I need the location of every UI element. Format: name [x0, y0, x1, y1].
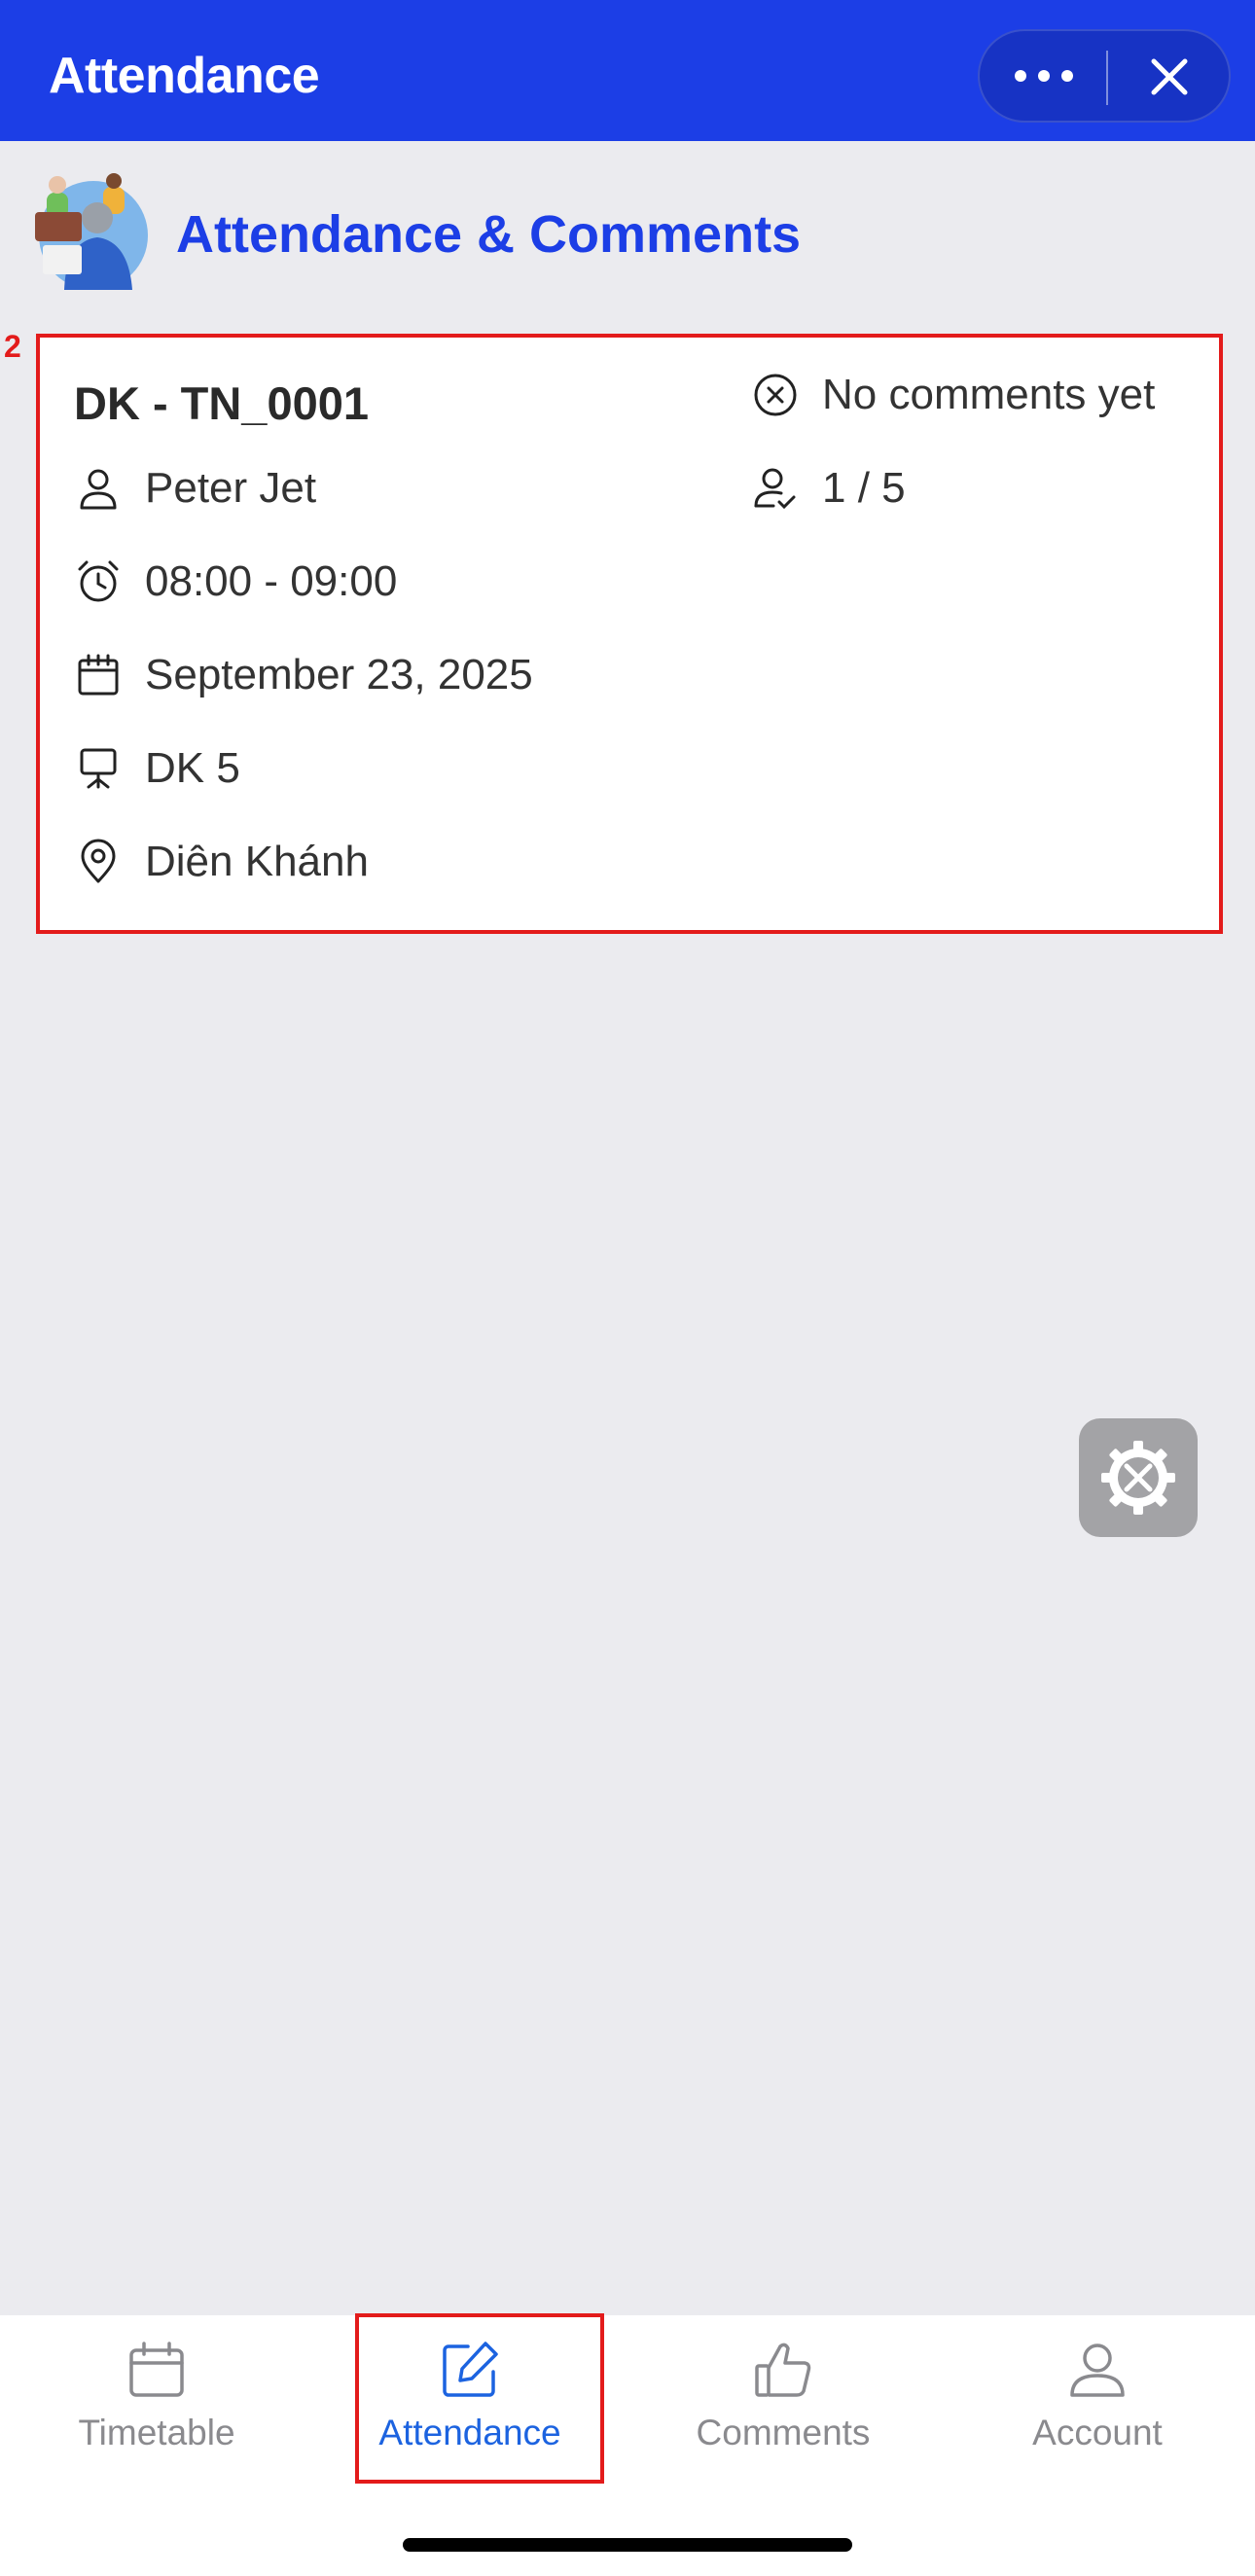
settings-tools-icon [1101, 1441, 1175, 1515]
settings-fab[interactable] [1079, 1418, 1198, 1537]
nav-item-comments[interactable]: Comments [662, 2315, 905, 2481]
section-title: Attendance & Comments [176, 205, 802, 264]
nav-label-account: Account [1032, 2413, 1163, 2452]
person-check-icon [754, 468, 796, 510]
thumbs-up-icon [755, 2343, 811, 2397]
room-name: DK 5 [145, 744, 240, 792]
nav-item-account[interactable]: Account [976, 2315, 1219, 2481]
more-button[interactable] [980, 31, 1106, 121]
app-header: Attendance [0, 0, 1255, 141]
more-dots-icon [1015, 70, 1073, 82]
classroom-illustration-icon [35, 173, 148, 290]
alarm-clock-icon [78, 560, 119, 602]
time-row: 08:00 - 09:00 [75, 553, 397, 611]
location-row: Diên Khánh [75, 833, 369, 891]
location-pin-icon [81, 839, 116, 883]
nav-label-comments: Comments [696, 2413, 871, 2452]
bottom-nav: Timetable Attendance Comments Account [0, 2315, 1255, 2576]
nav-annotation-box [355, 2313, 604, 2484]
calendar-icon [129, 2342, 184, 2397]
close-icon [1151, 58, 1188, 95]
room-row: DK 5 [75, 739, 240, 798]
comment-status: No comments yet [822, 371, 1156, 418]
mini-app-capsule [978, 29, 1231, 123]
close-button[interactable] [1108, 31, 1231, 121]
board-icon [80, 748, 117, 789]
attendance-count: 1 / 5 [822, 464, 906, 512]
comment-status-row: No comments yet [752, 366, 1155, 424]
attendance-count-row: 1 / 5 [752, 459, 906, 518]
session-date: September 23, 2025 [145, 651, 533, 698]
teacher-name: Peter Jet [145, 464, 317, 512]
app-title: Attendance [49, 48, 320, 104]
person-icon [1070, 2343, 1125, 2397]
person-icon [80, 469, 117, 510]
teacher-row: Peter Jet [75, 459, 316, 518]
class-code: DK - TN_0001 [74, 377, 369, 429]
nav-label-timetable: Timetable [78, 2413, 235, 2452]
class-session-card[interactable]: DK - TN_0001 Peter Jet 08:00 - 09:00 Sep… [36, 334, 1223, 934]
home-indicator [403, 2538, 852, 2552]
nav-item-timetable[interactable]: Timetable [35, 2315, 278, 2481]
calendar-icon [78, 654, 119, 696]
section-heading: Attendance & Comments [35, 173, 1202, 300]
location-name: Diên Khánh [145, 838, 369, 885]
session-time: 08:00 - 09:00 [145, 557, 398, 605]
circle-x-icon [754, 374, 797, 416]
date-row: September 23, 2025 [75, 646, 533, 704]
annotation-marker-card: 2 [4, 329, 21, 364]
